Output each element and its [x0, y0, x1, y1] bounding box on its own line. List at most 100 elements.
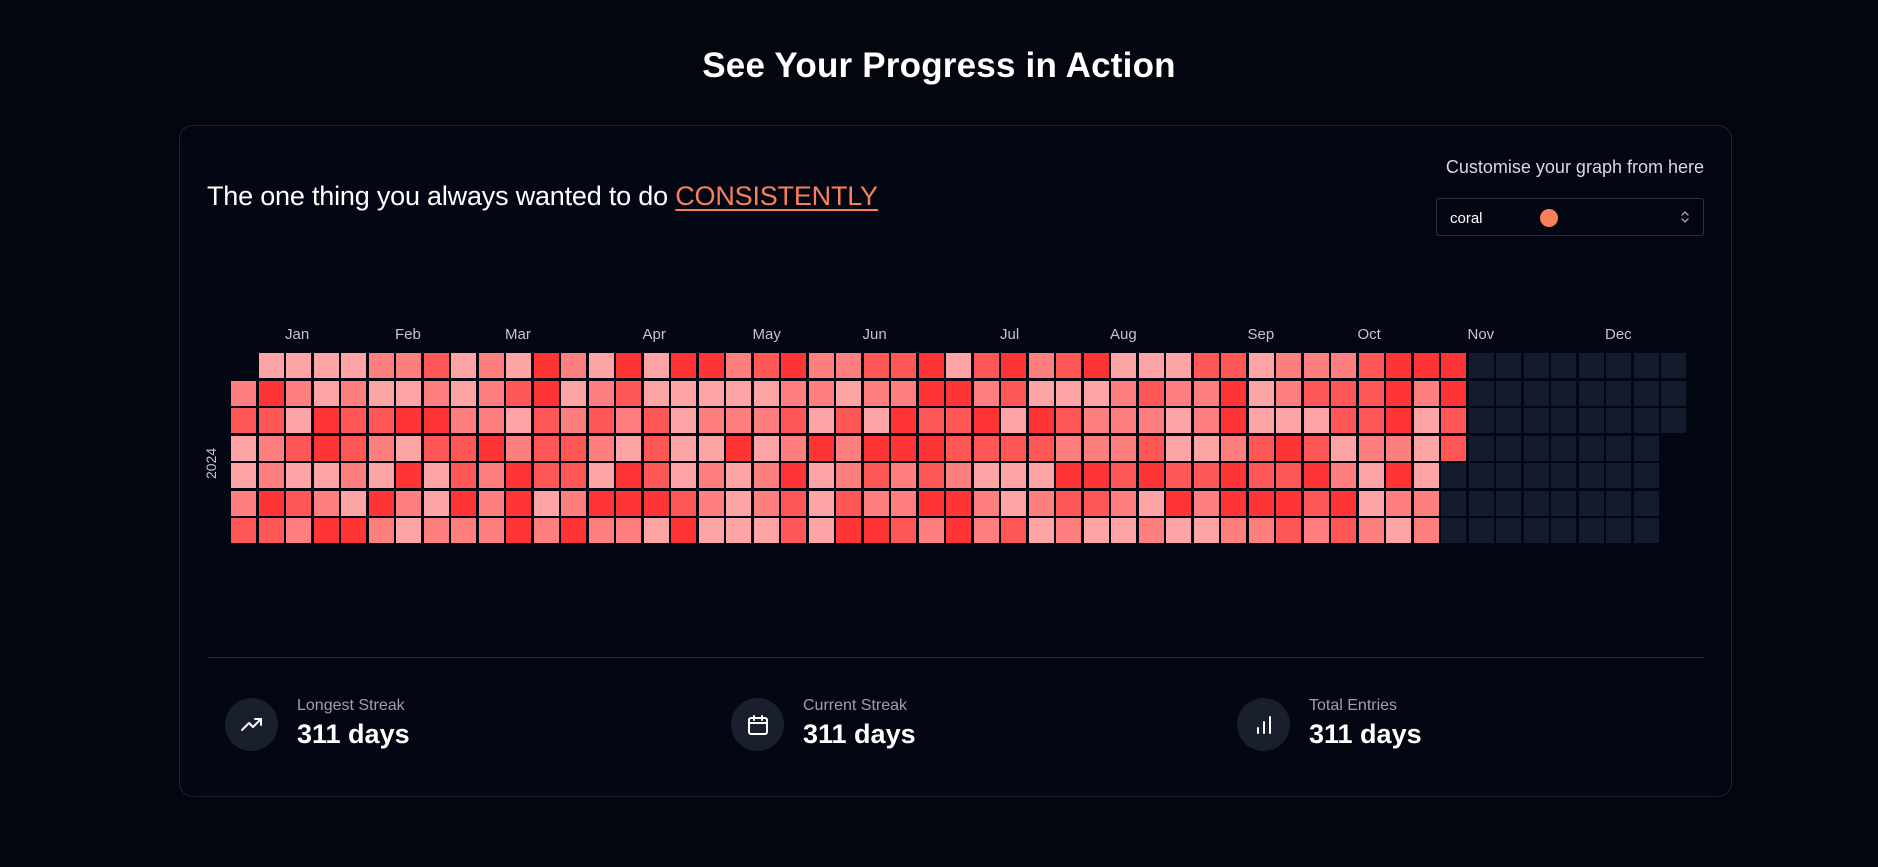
- heatmap-cell: [1661, 408, 1686, 433]
- heatmap-cell: [1028, 463, 1054, 488]
- heatmap-cell: [946, 490, 971, 516]
- headline-text: The one thing you always wanted to do: [207, 181, 668, 211]
- heatmap-cell: [1193, 490, 1219, 516]
- heatmap-cell: [1578, 353, 1604, 378]
- heatmap-cell: [726, 353, 751, 378]
- chevron-up-down-icon: [1681, 211, 1689, 223]
- heatmap-cell: [1056, 408, 1081, 433]
- heatmap-cell: [1441, 518, 1466, 543]
- heatmap-cell: [1578, 380, 1604, 406]
- heatmap-cell: [863, 518, 889, 543]
- heatmap-cell: [891, 435, 916, 461]
- heatmap-cell: [1551, 518, 1576, 543]
- heatmap-cell: [1413, 353, 1439, 378]
- page-title: See Your Progress in Action: [702, 46, 1176, 85]
- year-label: 2024: [203, 447, 219, 479]
- heatmap-cell: [1606, 353, 1631, 378]
- heatmap-cell: [1138, 463, 1164, 488]
- heatmap-cell: [451, 435, 476, 461]
- heatmap-cell: [313, 408, 339, 433]
- heatmap-cell: [423, 353, 449, 378]
- heatmap-cell: [973, 353, 999, 378]
- heatmap-cell: [973, 463, 999, 488]
- heatmap-cell: [836, 490, 861, 516]
- heatmap-cell: [231, 435, 256, 461]
- heatmap-cell: [781, 435, 806, 461]
- heatmap-cell: [478, 408, 504, 433]
- heatmap-cell: [561, 408, 586, 433]
- heatmap-cell: [1606, 435, 1631, 461]
- heatmap-cell: [1138, 408, 1164, 433]
- heatmap-cell: [1496, 380, 1521, 406]
- heatmap-cell: [1001, 518, 1026, 543]
- heatmap-cell: [1028, 518, 1054, 543]
- heatmap-cell: [1413, 463, 1439, 488]
- heatmap-cell: [1496, 490, 1521, 516]
- heatmap-cell: [506, 518, 531, 543]
- heatmap-cell: [1606, 380, 1631, 406]
- heatmap-cell: [836, 463, 861, 488]
- heatmap-cell: [368, 380, 394, 406]
- color-select[interactable]: coral: [1436, 198, 1704, 236]
- month-label-oct: Oct: [1357, 326, 1381, 343]
- month-label-nov: Nov: [1467, 326, 1495, 343]
- heatmap-cell: [1441, 408, 1466, 433]
- heatmap-cell: [616, 408, 641, 433]
- stat-value: 311 days: [1309, 719, 1422, 749]
- color-swatch: [1540, 209, 1558, 227]
- heatmap-cell: [836, 353, 861, 378]
- heatmap-cell: [1221, 435, 1246, 461]
- heatmap-cell: [946, 518, 971, 543]
- heatmap-cell: [533, 380, 559, 406]
- heatmap-cell: [1633, 518, 1659, 543]
- month-label-aug: Aug: [1110, 326, 1137, 343]
- heatmap-cell: [946, 408, 971, 433]
- heatmap-cell: [506, 435, 531, 461]
- heatmap-cell: [286, 353, 311, 378]
- heatmap-cell: [616, 490, 641, 516]
- heatmap-cell: [1468, 518, 1494, 543]
- heatmap-cell: [1578, 408, 1604, 433]
- heatmap-cell: [368, 518, 394, 543]
- heatmap-cell: [1606, 463, 1631, 488]
- heatmap-cell: [396, 408, 421, 433]
- trending-up-icon: [225, 698, 278, 751]
- heatmap-cell: [1578, 435, 1604, 461]
- heatmap-cell: [616, 353, 641, 378]
- heatmap-cell: [863, 353, 889, 378]
- heatmap-cell: [973, 490, 999, 516]
- heatmap-cell: [643, 353, 669, 378]
- heatmap-cell: [1056, 435, 1081, 461]
- heatmap-cell: [588, 490, 614, 516]
- heatmap-cell: [341, 435, 366, 461]
- heatmap-cell: [781, 408, 806, 433]
- heatmap-cell: [561, 518, 586, 543]
- heatmap-cell: [588, 463, 614, 488]
- heatmap-cell: [616, 435, 641, 461]
- heatmap-cell: [1056, 463, 1081, 488]
- heatmap-cell: [478, 353, 504, 378]
- heatmap-cell: [1028, 408, 1054, 433]
- heatmap-cell: [1001, 380, 1026, 406]
- heatmap-cell: [1496, 408, 1521, 433]
- heatmap-cell: [1578, 463, 1604, 488]
- heatmap-cell: [1496, 353, 1521, 378]
- heatmap-cell: [1441, 353, 1466, 378]
- heatmap-cell: [1358, 518, 1384, 543]
- heatmap-cell: [341, 408, 366, 433]
- heatmap-cell: [561, 353, 586, 378]
- heatmap-cell: [1468, 490, 1494, 516]
- heatmap-cell: [396, 463, 421, 488]
- heatmap-cell: [258, 435, 284, 461]
- heatmap-cell: [1166, 353, 1191, 378]
- heatmap-cell: [671, 463, 696, 488]
- heatmap-cell: [396, 435, 421, 461]
- heatmap-cell: [478, 518, 504, 543]
- heatmap-cell: [478, 380, 504, 406]
- heatmap-cell: [918, 463, 944, 488]
- heatmap-cell: [1221, 518, 1246, 543]
- heatmap-cell: [698, 353, 724, 378]
- heatmap-cell: [753, 490, 779, 516]
- heatmap-cell: [368, 490, 394, 516]
- heatmap-cell: [1111, 380, 1136, 406]
